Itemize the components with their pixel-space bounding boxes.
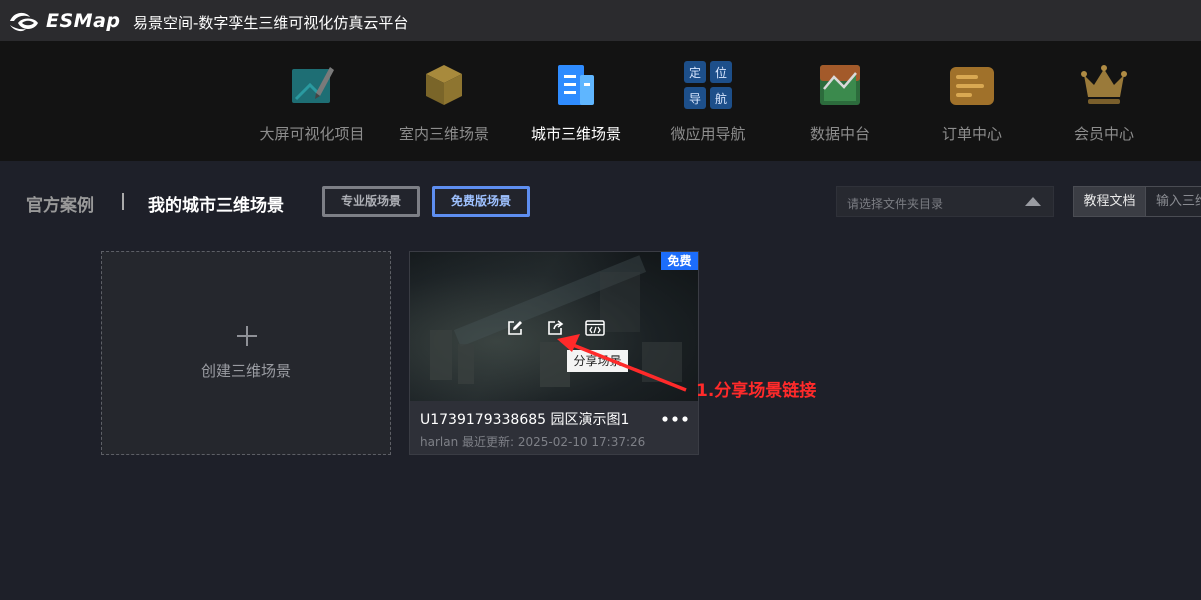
- caret-up-icon: [1025, 197, 1041, 206]
- free-badge: 免费: [661, 252, 698, 270]
- tutorial-docs-button[interactable]: 教程文档: [1073, 186, 1146, 217]
- scene-card[interactable]: 免费 分享场景 U1739179338685 园区演示图1 harlan 最近更…: [409, 251, 699, 455]
- nav-label: 微应用导航: [670, 125, 746, 143]
- create-scene-card[interactable]: 创建三维场景: [101, 251, 391, 455]
- tab-official-cases[interactable]: 官方案例: [26, 191, 94, 216]
- nav-label: 订单中心: [941, 125, 1002, 143]
- scene-name: U1739179338685 园区演示图1: [420, 412, 630, 428]
- esmap-logo-icon: [10, 12, 38, 32]
- share-icon[interactable]: [546, 319, 564, 337]
- dashboard-pen-icon: [292, 67, 334, 103]
- pro-scene-filter-button[interactable]: 专业版场景: [322, 186, 420, 217]
- more-options-icon[interactable]: [661, 414, 689, 424]
- nav-item-dashboard[interactable]: 大屏可视化项目: [242, 41, 382, 161]
- annotation-text: 1.分享场景链接: [696, 381, 817, 401]
- nav-glyph: 定: [689, 65, 701, 80]
- app-title: 易景空间-数字孪生三维可视化仿真云平台: [133, 14, 409, 32]
- brand-name: ESMap: [46, 10, 121, 32]
- order-doc-icon: [950, 67, 994, 105]
- share-tooltip: 分享场景: [567, 350, 628, 372]
- nav-item-member[interactable]: 会员中心: [1034, 41, 1174, 161]
- title-bar: ESMap 易景空间-数字孪生三维可视化仿真云平台: [0, 0, 1201, 41]
- tab-divider: [122, 193, 124, 210]
- nav-grid-icon: 定 位 导 航: [684, 61, 732, 109]
- thumbnail-building: [430, 330, 452, 380]
- nav-item-orders[interactable]: 订单中心: [902, 41, 1042, 161]
- cube-icon: [426, 65, 462, 105]
- create-scene-label: 创建三维场景: [200, 362, 291, 380]
- main-nav: 大屏可视化项目 室内三维场景 城市三维场景 定 位 导 航 微应用导航 数据中台…: [0, 41, 1201, 161]
- nav-label: 城市三维场景: [530, 125, 621, 143]
- scene-thumbnail[interactable]: 免费 分享场景: [410, 252, 698, 401]
- thumbnail-building: [642, 342, 682, 382]
- thumbnail-building: [458, 344, 474, 384]
- nav-item-micro-app[interactable]: 定 位 导 航 微应用导航: [638, 41, 778, 161]
- crown-icon: [1081, 65, 1127, 104]
- folder-select-placeholder: 请选择文件夹目录: [847, 197, 944, 211]
- chart-icon: [820, 65, 860, 105]
- nav-label: 会员中心: [1073, 125, 1134, 143]
- nav-glyph: 航: [715, 91, 727, 106]
- tab-my-city-scenes[interactable]: 我的城市三维场景: [148, 191, 284, 216]
- search-input[interactable]: 输入三维: [1146, 186, 1201, 217]
- nav-label: 大屏可视化项目: [259, 125, 365, 143]
- nav-item-indoor[interactable]: 室内三维场景: [374, 41, 514, 161]
- embed-code-icon[interactable]: [585, 319, 605, 337]
- thumbnail-building: [600, 272, 640, 332]
- scene-meta: harlan 最近更新: 2025-02-10 17:37:26: [420, 435, 646, 449]
- nav-item-city[interactable]: 城市三维场景: [506, 41, 646, 161]
- free-scene-filter-button[interactable]: 免费版场景: [432, 186, 530, 217]
- plus-icon: [237, 326, 257, 346]
- nav-label: 室内三维场景: [398, 125, 489, 143]
- thumbnail-building: [540, 342, 570, 387]
- nav-glyph: 导: [689, 92, 701, 106]
- edit-icon[interactable]: [506, 319, 524, 337]
- city-building-icon: [558, 65, 594, 105]
- nav-item-data-center[interactable]: 数据中台: [770, 41, 910, 161]
- nav-glyph: 位: [715, 65, 727, 80]
- folder-select[interactable]: 请选择文件夹目录: [836, 186, 1054, 217]
- nav-label: 数据中台: [809, 125, 870, 143]
